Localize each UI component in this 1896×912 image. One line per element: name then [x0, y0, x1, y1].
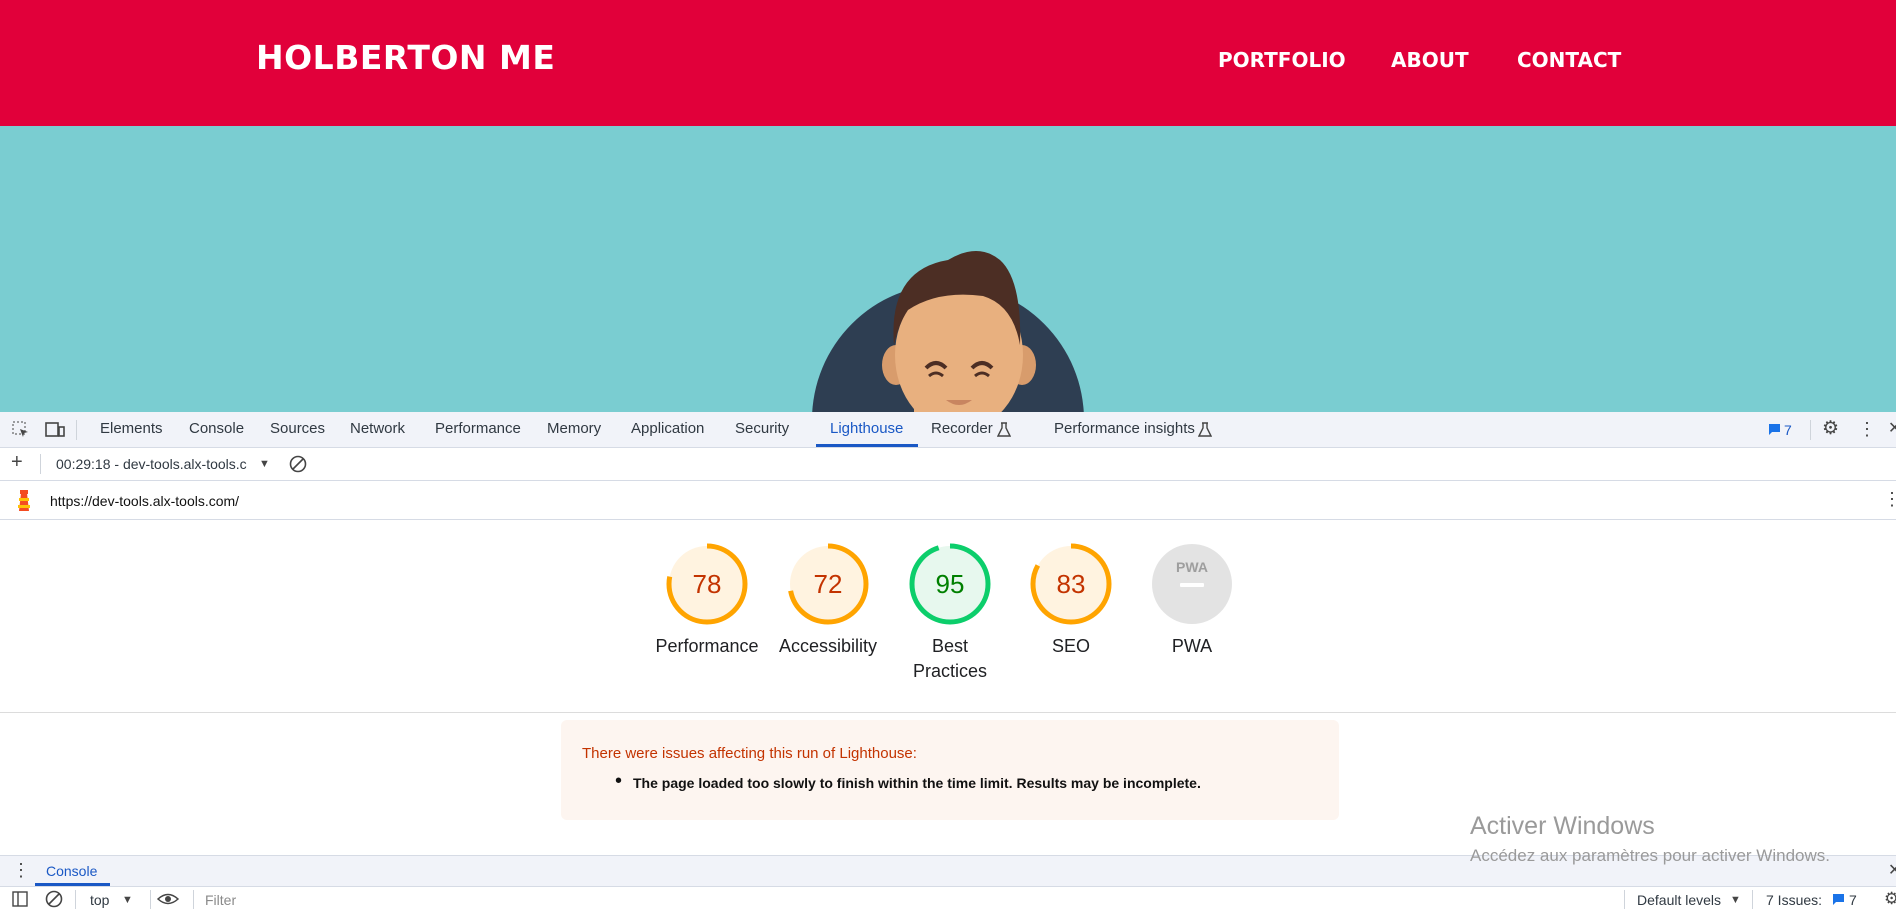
score-gauge-pwa[interactable]: PWA PWA	[1122, 542, 1262, 659]
toolbar-divider	[40, 454, 41, 474]
score-value: 78	[693, 569, 722, 599]
toolbar-divider	[75, 890, 76, 909]
pwa-badge-icon: PWA	[1152, 544, 1232, 624]
more-options-icon[interactable]: ⋮	[1858, 420, 1876, 438]
toolbar-divider	[1752, 890, 1753, 909]
dropdown-caret-icon[interactable]: ▼	[259, 456, 270, 472]
report-more-options-icon[interactable]: ⋮	[1883, 490, 1896, 508]
score-gauge-seo[interactable]: 83 SEO	[1001, 542, 1141, 659]
report-url[interactable]: https://dev-tools.alx-tools.com/	[50, 493, 239, 509]
lighthouse-logo-icon	[14, 489, 34, 517]
active-tab-indicator	[816, 444, 918, 447]
context-select[interactable]: top	[90, 892, 109, 908]
inspect-element-icon[interactable]	[12, 421, 30, 443]
console-issues-count[interactable]: 7	[1849, 892, 1857, 908]
tab-security[interactable]: Security	[735, 420, 789, 437]
hero-section	[0, 126, 1896, 412]
site-brand[interactable]: HOLBERTON ME	[256, 38, 555, 77]
toolbar-divider	[193, 890, 194, 909]
clear-console-icon[interactable]	[45, 890, 63, 912]
score-value: 72	[814, 569, 843, 599]
device-toolbar-icon[interactable]	[45, 421, 65, 443]
toolbar-divider	[1810, 420, 1811, 440]
dropdown-caret-icon[interactable]: ▼	[122, 892, 133, 908]
site-header: HOLBERTON ME PORTFOLIO ABOUT CONTACT	[0, 0, 1896, 126]
sidebar-toggle-icon[interactable]	[12, 891, 28, 911]
drawer-menu-icon[interactable]: ⋮	[12, 861, 30, 879]
tab-performance-insights[interactable]: Performance insights	[1054, 420, 1195, 437]
score-value: 83	[1057, 569, 1086, 599]
nav-portfolio[interactable]: PORTFOLIO	[1218, 48, 1346, 72]
drawer-tab-console[interactable]: Console	[46, 863, 97, 879]
console-issues-label[interactable]: 7 Issues:	[1766, 892, 1822, 908]
windows-activation-subtitle: Accédez aux paramètres pour activer Wind…	[1470, 846, 1830, 865]
toolbar-divider	[1624, 890, 1625, 909]
warning-title: There were issues affecting this run of …	[582, 745, 917, 762]
settings-gear-icon[interactable]: ⚙	[1822, 419, 1839, 438]
pwa-badge-text: PWA	[1176, 559, 1208, 575]
warning-bullet: •	[615, 770, 623, 792]
gauge-ring: 95	[909, 543, 991, 625]
clear-reports-icon[interactable]	[289, 455, 307, 477]
nav-about[interactable]: ABOUT	[1391, 48, 1469, 72]
score-label: PWA	[1171, 636, 1213, 656]
issues-message-icon[interactable]	[1768, 423, 1781, 440]
score-gauge-performance[interactable]: 78 Performance	[637, 542, 777, 659]
score-value: 95	[936, 569, 965, 599]
close-devtools-icon[interactable]: ✕	[1888, 421, 1896, 437]
tab-application[interactable]: Application	[631, 420, 704, 437]
console-filter-input[interactable]: Filter	[205, 892, 236, 908]
tab-sources[interactable]: Sources	[270, 420, 325, 437]
lighthouse-toolbar: + 00:29:18 - dev-tools.alx-tools.c ▼	[0, 448, 1896, 481]
tab-performance[interactable]: Performance	[435, 420, 521, 437]
log-levels-select[interactable]: Default levels	[1637, 892, 1721, 908]
console-toolbar: top ▼ Filter Default levels ▼ 7 Issues: …	[0, 886, 1896, 912]
score-label: Accessibility	[778, 636, 878, 656]
gauge-ring: 83	[1030, 543, 1112, 625]
tab-elements[interactable]: Elements	[100, 420, 163, 437]
nav-contact[interactable]: CONTACT	[1517, 48, 1621, 72]
console-settings-gear-icon[interactable]: ⚙	[1884, 890, 1896, 907]
score-label: Best Practices	[912, 636, 988, 681]
gauge-ring: 72	[787, 543, 869, 625]
tab-network[interactable]: Network	[350, 420, 405, 437]
tab-memory[interactable]: Memory	[547, 420, 601, 437]
windows-activation-title: Activer Windows	[1470, 812, 1655, 840]
warning-item: The page loaded too slowly to finish wit…	[633, 775, 1201, 791]
report-url-bar: https://dev-tools.alx-tools.com/ ⋮	[0, 481, 1896, 520]
flask-icon	[996, 422, 1012, 441]
avatar-illustration	[812, 251, 1084, 412]
close-drawer-icon[interactable]: ✕	[1888, 863, 1896, 879]
live-expression-eye-icon[interactable]	[156, 890, 180, 912]
section-divider	[0, 712, 1896, 713]
score-gauge-accessibility[interactable]: 72 Accessibility	[758, 542, 898, 659]
score-label: Performance	[655, 636, 759, 656]
lighthouse-warning-box: There were issues affecting this run of …	[561, 720, 1339, 820]
toolbar-divider	[150, 890, 151, 909]
flask-icon	[1197, 422, 1213, 441]
issues-count[interactable]: 7	[1784, 422, 1792, 438]
tab-lighthouse[interactable]: Lighthouse	[830, 420, 903, 437]
tab-console[interactable]: Console	[189, 420, 244, 437]
gauge-ring: 78	[666, 543, 748, 625]
dropdown-caret-icon[interactable]: ▼	[1730, 892, 1741, 908]
tab-recorder[interactable]: Recorder	[931, 420, 993, 437]
issues-message-icon	[1832, 893, 1845, 910]
toolbar-divider	[76, 420, 77, 440]
score-gauge-best-practices[interactable]: 95 Best Practices	[880, 542, 1020, 684]
devtools-tabbar: Elements Console Sources Network Perform…	[0, 412, 1896, 448]
report-select[interactable]: 00:29:18 - dev-tools.alx-tools.c	[56, 456, 247, 472]
new-report-plus-icon[interactable]: +	[11, 452, 23, 472]
score-label: SEO	[1051, 636, 1090, 656]
